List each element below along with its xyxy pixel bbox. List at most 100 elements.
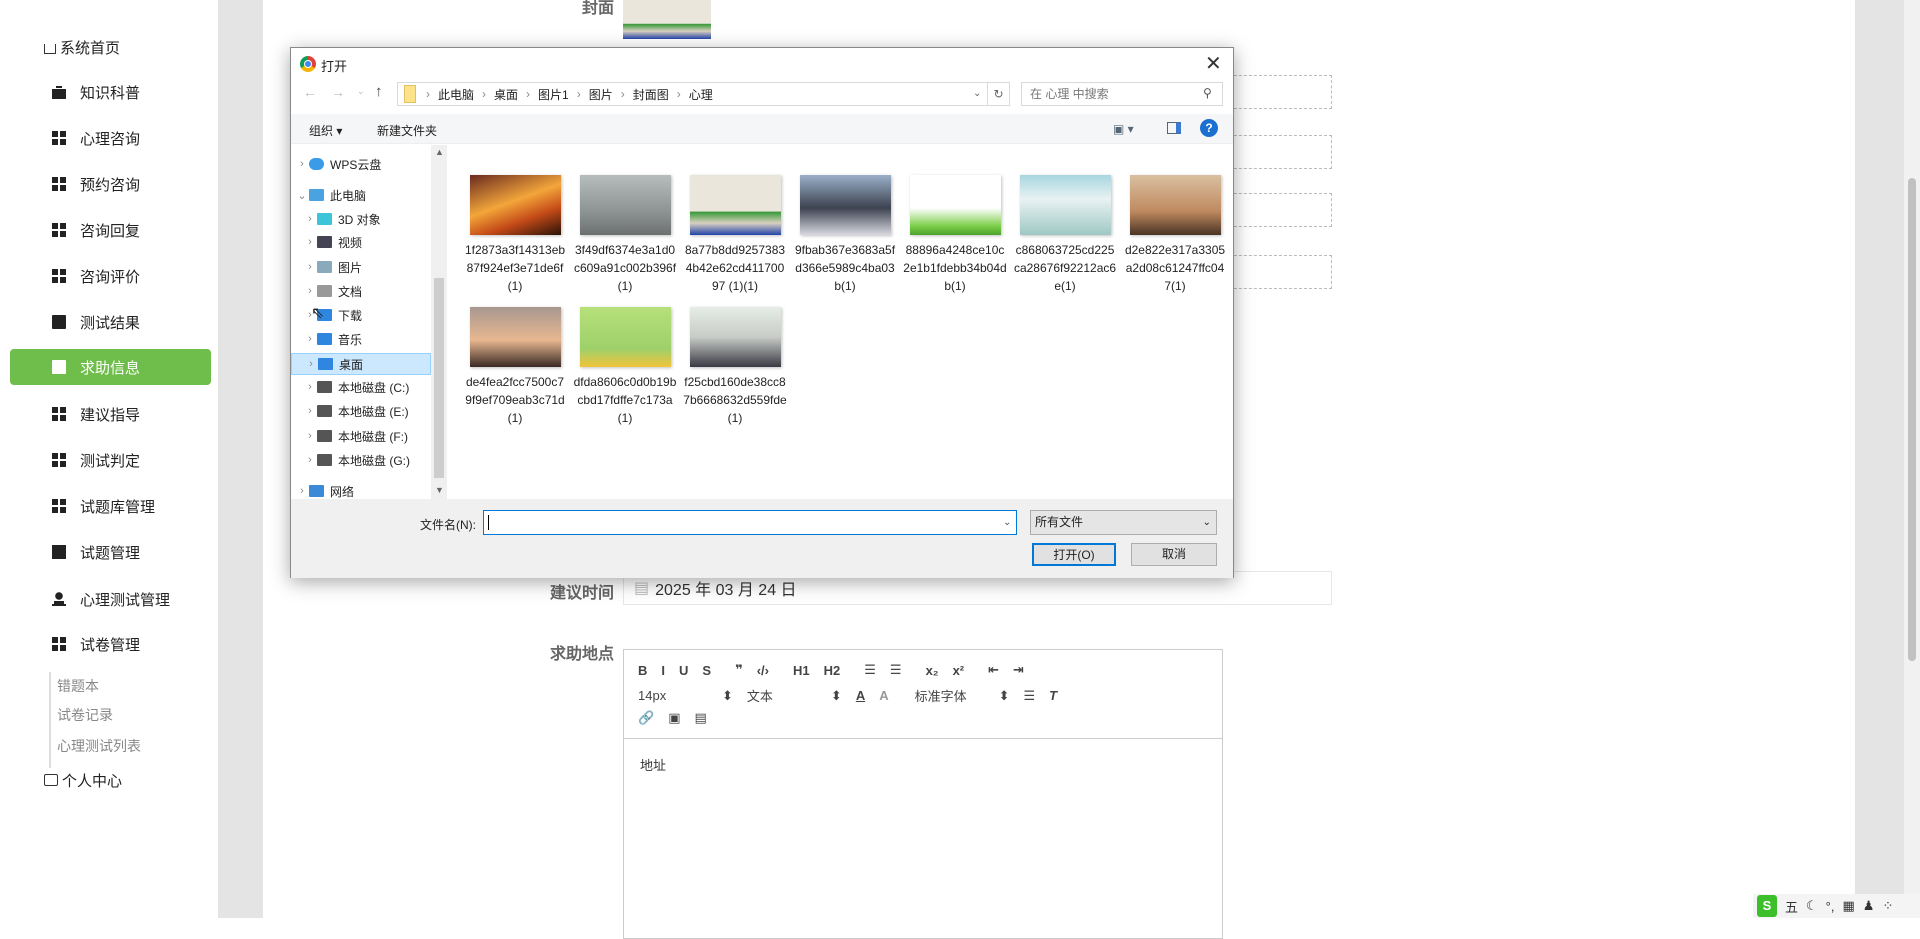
forward-button[interactable]: → <box>331 84 345 100</box>
breadcrumb-item[interactable]: 此电脑 <box>438 86 474 103</box>
block-select[interactable]: 文本 <box>747 686 817 705</box>
moon-icon[interactable]: ☾ <box>1806 898 1818 914</box>
tree-item[interactable]: › WPS云盘 <box>291 153 431 175</box>
sidebar-item[interactable]: 试题库管理 <box>10 488 211 524</box>
breadcrumb-item[interactable]: 心理 <box>689 86 713 103</box>
file-item[interactable]: dfda8606c0d0b19bcbd17fdffe7c173a(1) <box>573 307 677 427</box>
tree-item[interactable]: › 图片 <box>291 256 431 278</box>
chevron-right-icon[interactable]: › <box>526 87 530 101</box>
file-item[interactable]: c868063725cd225ca28676f92212ac6e(1) <box>1013 175 1117 295</box>
editor-tool-1[interactable]: I <box>661 663 665 678</box>
sidebar-item[interactable]: 系统首页 <box>10 29 211 65</box>
file-item[interactable]: de4fea2fcc7500c79f9ef709eab3c71d(1) <box>463 307 567 427</box>
file-type-select[interactable]: 所有文件 ⌄ <box>1030 510 1217 535</box>
open-button[interactable]: 打开(O) <box>1032 543 1116 566</box>
submenu-item[interactable]: 错题本 <box>57 676 99 696</box>
editor-content[interactable]: 地址 <box>640 755 666 774</box>
chevron-right-icon[interactable]: › <box>303 381 317 393</box>
submenu-item[interactable]: 试卷记录 <box>57 705 113 725</box>
chevron-right-icon[interactable]: › <box>303 236 317 248</box>
chevron-right-icon[interactable]: › <box>303 454 317 466</box>
video-icon[interactable]: ▤ <box>694 710 706 726</box>
link-icon[interactable]: 🔗 <box>638 710 654 726</box>
address-bar[interactable]: › 此电脑 › 桌面 › 图片1 › 图片 › 封面图 › 心理 <box>397 82 988 106</box>
background-color-icon[interactable]: A <box>879 688 888 703</box>
view-options-icon[interactable]: ▣ ▾ <box>1113 122 1134 136</box>
preview-pane-icon[interactable] <box>1167 122 1181 134</box>
chevron-right-icon[interactable]: › <box>295 485 309 497</box>
tree-item[interactable]: › 本地磁盘 (E:) <box>291 400 431 422</box>
image-icon[interactable]: ▣ <box>668 710 680 726</box>
breadcrumb-item[interactable]: 图片 <box>589 86 613 103</box>
recent-dropdown[interactable]: ⌄ <box>357 86 365 97</box>
clear-format-icon[interactable]: T <box>1049 688 1057 703</box>
help-icon[interactable]: ? <box>1200 119 1218 137</box>
new-folder-button[interactable]: 新建文件夹 <box>377 122 437 139</box>
ime-mode[interactable]: 五 <box>1785 897 1798 916</box>
breadcrumb-item[interactable]: 图片1 <box>538 86 569 103</box>
sidebar-item[interactable]: 心理咨询 <box>10 120 211 156</box>
tree-item[interactable]: › 桌面 <box>291 353 431 375</box>
refresh-button[interactable]: ↻ <box>988 82 1010 106</box>
tree-item[interactable]: ⌄ 此电脑 <box>291 184 431 206</box>
apps-icon[interactable]: ⁘ <box>1882 898 1893 914</box>
chevron-down-icon[interactable]: ⌄ <box>295 189 309 202</box>
sidebar-item[interactable]: 心理测试管理 <box>10 581 211 617</box>
sidebar-item[interactable]: 预约咨询 <box>10 166 211 202</box>
font-family-select[interactable]: 标准字体 <box>915 686 985 705</box>
nav-scrollbar-thumb[interactable] <box>434 278 444 478</box>
sidebar-item-personal-center[interactable]: 个人中心 <box>10 762 211 798</box>
sidebar-item[interactable]: 咨询回复 <box>10 212 211 248</box>
search-input[interactable]: 在 心理 中搜索 <box>1021 82 1223 106</box>
close-button[interactable]: ✕ <box>1205 51 1222 76</box>
organize-button[interactable]: 组织 ▾ <box>309 122 342 139</box>
chevron-right-icon[interactable]: › <box>303 333 317 345</box>
sidebar-item[interactable]: 测试结果 <box>10 304 211 340</box>
breadcrumb-item[interactable]: 封面图 <box>633 86 669 103</box>
editor-tool-11[interactable]: x² <box>953 663 965 678</box>
cancel-button[interactable]: 取消 <box>1131 543 1217 566</box>
chevron-right-icon[interactable]: › <box>426 87 430 101</box>
sidebar-item[interactable]: 知识科普 <box>10 74 211 110</box>
sidebar-item[interactable]: 试题管理 <box>10 534 211 570</box>
chevron-right-icon[interactable]: › <box>295 158 309 170</box>
address-dropdown[interactable]: ⌄ <box>973 88 981 99</box>
editor-tool-6[interactable]: H1 <box>793 663 810 678</box>
editor-tool-13[interactable]: ⇥ <box>1013 662 1024 678</box>
back-button[interactable]: ← <box>303 84 317 100</box>
editor-tool-10[interactable]: x₂ <box>926 663 939 678</box>
chevron-right-icon[interactable]: › <box>303 261 317 273</box>
file-item[interactable]: f25cbd160de38cc87b6668632d559fde(1) <box>683 307 787 427</box>
cover-image[interactable] <box>623 0 711 39</box>
editor-tool-7[interactable]: H2 <box>824 663 841 678</box>
editor-tool-12[interactable]: ⇤ <box>988 662 999 678</box>
editor-tool-8[interactable]: ☰ <box>864 662 876 678</box>
tree-item[interactable]: › 本地磁盘 (C:) <box>291 376 431 398</box>
file-item[interactable]: 9fbab367e3683a5fd366e5989c4ba03b(1) <box>793 175 897 295</box>
file-item[interactable]: 88896a4248ce10c2e1b1fdebb34b04db(1) <box>903 175 1007 295</box>
breadcrumb-item[interactable]: 桌面 <box>494 86 518 103</box>
file-item[interactable]: 3f49df6374e3a1d0c609a91c002b396f(1) <box>573 175 677 295</box>
chevron-right-icon[interactable]: › <box>303 285 317 297</box>
user-icon[interactable]: ♟ <box>1863 898 1875 914</box>
chevron-right-icon[interactable]: › <box>677 87 681 101</box>
editor-tool-3[interactable]: S <box>702 663 711 678</box>
editor-tool-5[interactable]: ‹/› <box>757 663 769 678</box>
tree-item[interactable]: › 文档 <box>291 280 431 302</box>
file-item[interactable]: 1f2873a3f14313eb87f924ef3e71de6f(1) <box>463 175 567 295</box>
font-size-select[interactable]: 14px <box>638 688 708 703</box>
file-item[interactable]: d2e822e317a3305a2d08c61247ffc047(1) <box>1123 175 1227 295</box>
tree-item[interactable]: › 3D 对象 <box>291 208 431 230</box>
chevron-right-icon[interactable]: › <box>303 405 317 417</box>
sidebar-item[interactable]: 测试判定 <box>10 442 211 478</box>
align-icon[interactable]: ☰ <box>1024 688 1036 704</box>
tree-item[interactable]: › 视频 <box>291 231 431 253</box>
chevron-right-icon[interactable]: › <box>577 87 581 101</box>
page-scrollbar-thumb[interactable] <box>1908 178 1916 661</box>
sidebar-item[interactable]: 建议指导 <box>10 396 211 432</box>
submenu-item[interactable]: 心理测试列表 <box>57 736 141 756</box>
editor-tool-2[interactable]: U <box>679 663 688 678</box>
tree-item[interactable]: › 本地磁盘 (F:) <box>291 425 431 447</box>
filename-input[interactable] <box>483 510 1017 535</box>
font-color-icon[interactable]: A <box>856 688 865 703</box>
